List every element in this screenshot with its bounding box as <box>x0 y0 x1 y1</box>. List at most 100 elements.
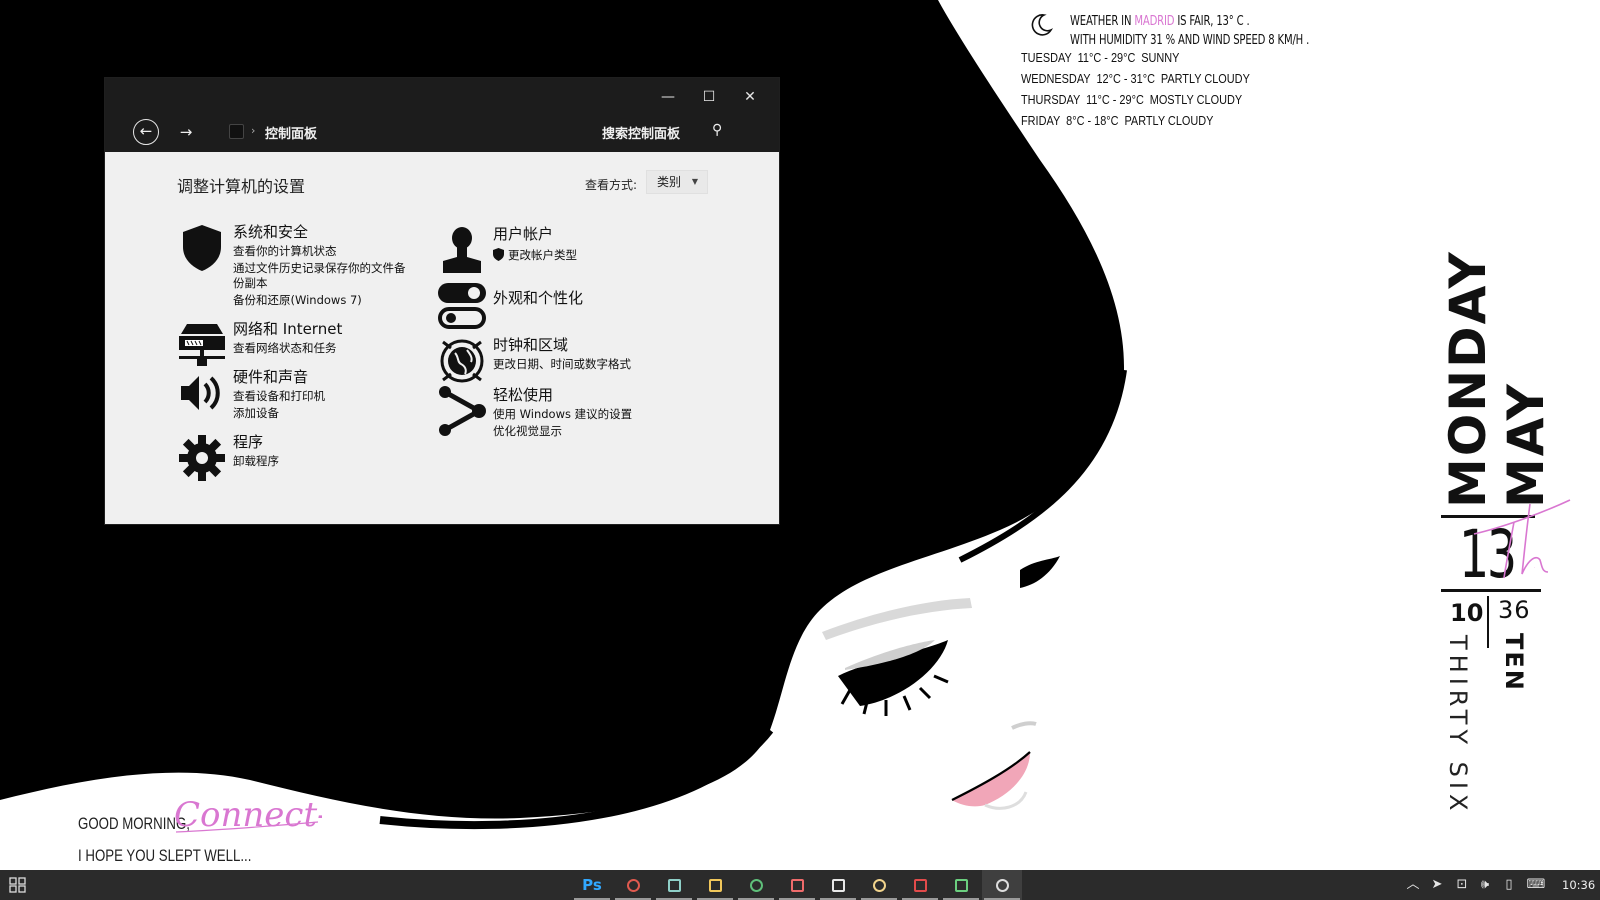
category-link[interactable]: 更改日期、时间或数字格式 <box>493 356 631 372</box>
category-clock-region: 时钟和区域 更改日期、时间或数字格式 <box>437 336 697 386</box>
start-menu-icon[interactable] <box>9 877 26 893</box>
taskbar-app-button[interactable] <box>736 870 776 900</box>
forward-button[interactable]: → <box>173 119 199 145</box>
speaker-icon <box>181 376 220 410</box>
notes-icon <box>695 870 735 900</box>
close-button[interactable]: ✕ <box>730 84 770 110</box>
minimize-button[interactable]: — <box>648 84 688 110</box>
weather-forecast: Tuesday 11°C - 29°C Sunny Wednesday 12°C - … <box>1021 50 1300 134</box>
volume-icon[interactable]: 🕪 <box>1476 870 1494 900</box>
category-hardware-sound: 硬件和声音 查看设备和打印机 添加设备 <box>177 366 437 421</box>
hour-number: 10 <box>1450 599 1484 627</box>
taskbar-app-button[interactable] <box>859 870 899 900</box>
weather-details: With humidity 31 % and wind speed 8 km/h… <box>1070 33 1310 48</box>
photo-icon <box>777 870 817 900</box>
photoshop-icon: Ps <box>582 876 602 894</box>
crescent-moon-icon <box>1031 14 1054 36</box>
category-link[interactable]: 查看网络状态和任务 <box>233 340 337 356</box>
send-icon[interactable]: ➤ <box>1428 870 1446 900</box>
page-title: 调整计算机的设置 <box>177 177 306 196</box>
arrow-left-icon: ← <box>139 122 153 140</box>
taskbar-app-button[interactable] <box>654 870 694 900</box>
view-by-label: 查看方式: <box>585 178 638 192</box>
monitor-icon <box>900 870 940 900</box>
category-title[interactable]: 用户帐户 <box>493 223 553 244</box>
taskbar-app-button[interactable] <box>613 870 653 900</box>
pen-icon <box>859 870 899 900</box>
category-link[interactable]: 卸载程序 <box>233 453 279 469</box>
day-suffix-signature: th <box>1473 499 1571 579</box>
breadcrumb-separator: › <box>251 124 256 137</box>
control-panel-window: — ☐ ✕ ← → › 控制面板 搜索控制面板 ⚲ 调整计算机的设置 查看方式:… <box>105 78 779 524</box>
arrow-right-icon: → <box>179 123 193 141</box>
usb-icon[interactable]: ▯ <box>1502 870 1516 900</box>
category-link[interactable]: 添加设备 <box>233 405 279 421</box>
title-bar[interactable]: — ☐ ✕ ← → › 控制面板 搜索控制面板 ⚲ <box>105 78 779 152</box>
taskbar-clock[interactable]: 10:36 <box>1562 870 1595 900</box>
category-link[interactable]: 查看设备和打印机 <box>233 388 325 404</box>
taskbar-app-button[interactable] <box>695 870 735 900</box>
category-appearance: 外观和个性化 <box>437 281 697 331</box>
category-title[interactable]: 程序 <box>233 431 263 452</box>
month-label: MAY <box>1497 382 1555 508</box>
taskbar-app-button[interactable] <box>941 870 981 900</box>
category-link[interactable]: 份副本 <box>233 275 268 291</box>
rocket-icon <box>818 870 858 900</box>
breadcrumb-control-panel[interactable]: 控制面板 <box>265 123 317 142</box>
taskbar-app-button[interactable] <box>900 870 940 900</box>
view-by-dropdown[interactable]: 类别 ▼ <box>646 170 708 194</box>
forecast-row: Wednesday 12°C - 31°C Partly Cloudy <box>1021 71 1250 86</box>
control-panel-icon <box>229 124 244 139</box>
taskbar-app-button[interactable] <box>818 870 858 900</box>
back-button[interactable]: ← <box>133 119 159 145</box>
network-tray-icon[interactable]: ⊡ <box>1452 870 1472 900</box>
category-link[interactable]: 使用 Windows 建议的设置 <box>493 406 632 422</box>
weather-summary: Weather in Madrid is fair, 13° C . <box>1070 14 1250 29</box>
minute-number: 36 <box>1498 596 1531 624</box>
category-link[interactable]: 通过文件历史记录保存你的文件备 <box>233 260 406 276</box>
minute-words: THIRTY SIX <box>1444 635 1472 816</box>
category-programs: 程序 卸载程序 <box>177 433 437 483</box>
divider <box>1487 596 1489 648</box>
category-title[interactable]: 网络和 Internet <box>233 318 342 339</box>
weekday-label: MONDAY <box>1439 250 1497 508</box>
category-title[interactable]: 轻松使用 <box>493 384 553 405</box>
forecast-row: Tuesday 11°C - 29°C Sunny <box>1021 50 1180 65</box>
category-ease-of-access: 轻松使用 使用 Windows 建议的设置 优化视觉显示 <box>437 384 697 439</box>
divider <box>1441 589 1541 592</box>
gear-icon <box>179 435 225 481</box>
globe-clock-icon <box>440 339 484 383</box>
keyboard-icon[interactable]: ⌨ <box>1524 870 1548 900</box>
category-title[interactable]: 外观和个性化 <box>493 287 583 308</box>
category-link[interactable]: 更改帐户类型 <box>493 247 577 263</box>
recycle-icon <box>736 870 776 900</box>
category-title[interactable]: 系统和安全 <box>233 221 308 242</box>
svg-text:th: th <box>1534 566 1535 569</box>
toggle-icon <box>438 283 486 329</box>
taskbar-app-button[interactable]: Ps <box>572 870 612 900</box>
category-system-security: 系统和安全 查看你的计算机状态 通过文件历史记录保存你的文件备 份副本 备份和还… <box>177 223 437 313</box>
category-link[interactable]: 备份和还原(Windows 7) <box>233 292 362 308</box>
greeting-subline: I hope you slept well... <box>78 846 252 865</box>
share-icon <box>439 386 486 436</box>
search-input[interactable]: 搜索控制面板 <box>602 123 680 142</box>
maximize-button[interactable]: ☐ <box>689 84 729 110</box>
forecast-row: Thursday 11°C - 29°C Mostly Cloudy <box>1021 92 1243 107</box>
svg-text:Connect-R: Connect-R <box>174 795 322 835</box>
search-icon[interactable]: ⚲ <box>712 122 722 138</box>
taskbar-app-button[interactable] <box>982 870 1022 900</box>
taskbar: Ps ︿ ➤ ⊡ 🕪 ▯ ⌨ 10:36 <box>0 870 1600 900</box>
greeting-name-signature: Connect-R <box>174 795 322 835</box>
category-link[interactable]: 查看你的计算机状态 <box>233 243 337 259</box>
control-panel-icon <box>982 870 1022 900</box>
chevron-up-icon[interactable]: ︿ <box>1404 870 1422 900</box>
category-title[interactable]: 硬件和声音 <box>233 366 308 387</box>
network-icon <box>179 324 225 366</box>
category-title[interactable]: 时钟和区域 <box>493 334 568 355</box>
category-link[interactable]: 优化视觉显示 <box>493 423 562 439</box>
apps-icon <box>613 870 653 900</box>
taskbar-app-button[interactable] <box>777 870 817 900</box>
chrome-icon <box>941 870 981 900</box>
shield-icon <box>183 225 221 271</box>
category-network: 网络和 Internet 查看网络状态和任务 <box>177 320 437 366</box>
